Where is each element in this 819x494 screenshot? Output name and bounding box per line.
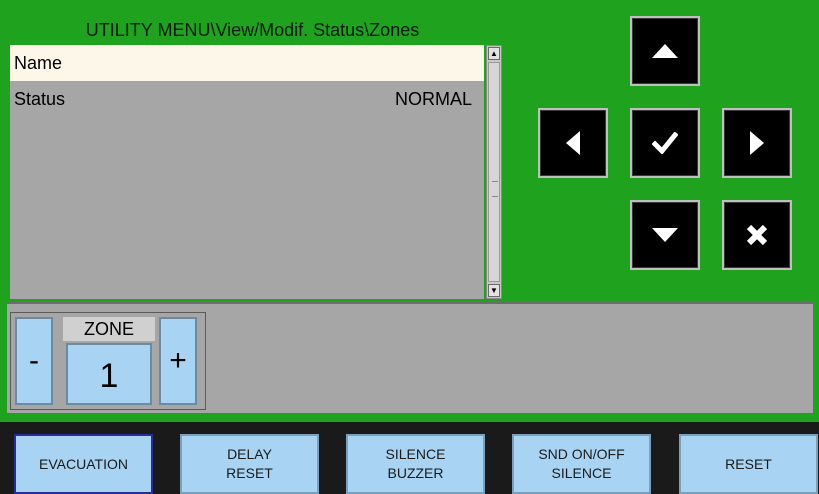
utility-screen: UTILITY MENU\View/Modif. Status\Zones Na… <box>0 0 819 494</box>
arrow-down-icon <box>652 228 678 242</box>
arrow-right-icon <box>750 131 764 155</box>
sound-onoff-silence-button[interactable]: SND ON/OFF SILENCE <box>512 434 651 494</box>
evacuation-button[interactable]: EVACUATION <box>14 434 153 494</box>
button-label-line2: SILENCE <box>551 465 612 481</box>
cancel-x-icon <box>746 224 768 246</box>
scroll-thumb[interactable] <box>488 62 500 282</box>
arrow-left-icon <box>566 131 580 155</box>
nav-ok-button[interactable] <box>630 108 700 178</box>
button-label-line2: RESET <box>226 465 273 481</box>
zone-panel: - ZONE 1 + <box>7 302 813 413</box>
zone-increment-button[interactable]: + <box>159 317 197 405</box>
row-value: NORMAL <box>394 89 472 109</box>
row-label: Name <box>14 53 63 73</box>
scroll-up-icon[interactable]: ▲ <box>488 47 500 60</box>
list-row-name[interactable]: Name <box>10 45 484 81</box>
button-label: EVACUATION <box>39 455 128 472</box>
nav-cancel-button[interactable] <box>722 200 792 270</box>
button-label-line1: DELAY <box>227 446 272 462</box>
check-icon <box>652 132 678 154</box>
button-label-line2: BUZZER <box>387 465 444 481</box>
nav-down-button[interactable] <box>630 200 700 270</box>
button-label-line1: SILENCE <box>385 446 446 462</box>
zone-label: ZONE <box>63 317 155 341</box>
grip-icon <box>492 181 498 197</box>
reset-button[interactable]: RESET <box>679 434 818 494</box>
zone-decrement-button[interactable]: - <box>15 317 53 405</box>
zone-selector: - ZONE 1 + <box>10 312 206 410</box>
row-label: Status <box>14 89 66 109</box>
list-scrollbar[interactable]: ▲ ▼ <box>486 45 502 299</box>
list-row-status[interactable]: Status NORMAL <box>10 81 484 117</box>
nav-right-button[interactable] <box>722 108 792 178</box>
zone-number-field[interactable]: 1 <box>66 343 152 405</box>
nav-up-button[interactable] <box>630 16 700 86</box>
property-list: Name Status NORMAL <box>10 45 484 299</box>
page-title: UTILITY MENU\View/Modif. Status\Zones <box>85 20 420 40</box>
button-label-line1: SND ON/OFF <box>538 446 625 462</box>
scroll-down-icon[interactable]: ▼ <box>488 284 500 297</box>
delay-reset-button[interactable]: DELAY RESET <box>180 434 319 494</box>
button-label: RESET <box>725 455 772 472</box>
nav-left-button[interactable] <box>538 108 608 178</box>
silence-buzzer-button[interactable]: SILENCE BUZZER <box>346 434 485 494</box>
arrow-up-icon <box>652 44 678 58</box>
